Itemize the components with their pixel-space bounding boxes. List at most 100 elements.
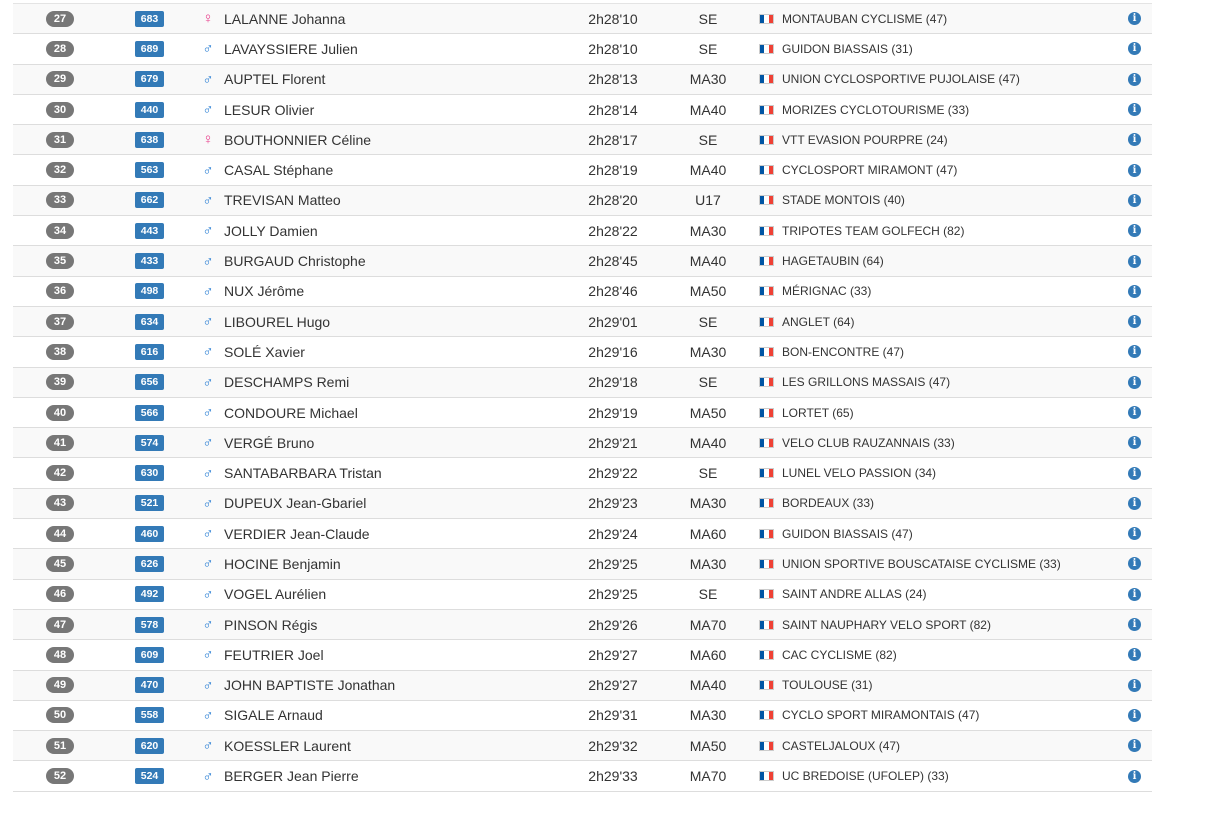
info-cell[interactable]: i (1128, 4, 1141, 33)
info-cell[interactable]: i (1128, 489, 1141, 518)
table-row[interactable]: 28 689 ♂ LAVAYSSIERE Julien 2h28'10 SE G… (13, 34, 1152, 65)
rider-name[interactable]: JOHN BAPTISTE Jonathan (224, 671, 395, 700)
table-row[interactable]: 51 620 ♂ KOESSLER Laurent 2h29'32 MA50 C… (13, 731, 1152, 762)
table-row[interactable]: 30 440 ♂ LESUR Olivier 2h28'14 MA40 MORI… (13, 94, 1152, 126)
table-row[interactable]: 33 662 ♂ TREVISAN Matteo 2h28'20 U17 STA… (13, 185, 1152, 217)
info-icon[interactable]: i (1128, 557, 1141, 571)
info-cell[interactable]: i (1128, 337, 1141, 366)
info-icon[interactable]: i (1128, 739, 1141, 753)
table-row[interactable]: 41 574 ♂ VERGÉ Bruno 2h29'21 MA40 VELO C… (13, 428, 1152, 459)
info-cell[interactable]: i (1128, 671, 1141, 700)
info-icon[interactable]: i (1128, 678, 1141, 692)
info-icon[interactable]: i (1128, 618, 1141, 632)
info-icon[interactable]: i (1128, 224, 1141, 238)
info-cell[interactable]: i (1128, 65, 1141, 94)
info-cell[interactable]: i (1128, 519, 1141, 548)
info-cell[interactable]: i (1128, 216, 1141, 245)
table-row[interactable]: 42 630 ♂ SANTABARBARA Tristan 2h29'22 SE… (13, 458, 1152, 489)
info-icon[interactable]: i (1128, 587, 1141, 601)
rider-name[interactable]: BURGAUD Christophe (224, 246, 366, 275)
info-cell[interactable]: i (1128, 458, 1141, 487)
rider-name[interactable]: SANTABARBARA Tristan (224, 458, 382, 487)
info-cell[interactable]: i (1128, 34, 1141, 63)
table-row[interactable]: 40 566 ♂ CONDOURE Michael 2h29'19 MA50 L… (13, 397, 1152, 429)
info-cell[interactable]: i (1128, 731, 1141, 760)
table-row[interactable]: 36 498 ♂ NUX Jérôme 2h28'46 MA50 MÉRIGNA… (13, 276, 1152, 307)
rider-name[interactable]: HOCINE Benjamin (224, 549, 341, 578)
rider-name[interactable]: TREVISAN Matteo (224, 186, 341, 215)
info-icon[interactable]: i (1128, 527, 1141, 541)
rider-name[interactable]: NUX Jérôme (224, 277, 304, 306)
table-row[interactable]: 48 609 ♂ FEUTRIER Joel 2h29'27 MA60 CAC … (13, 640, 1152, 671)
table-row[interactable]: 44 460 ♂ VERDIER Jean-Claude 2h29'24 MA6… (13, 519, 1152, 550)
info-cell[interactable]: i (1128, 307, 1141, 336)
table-row[interactable]: 29 679 ♂ AUPTEL Florent 2h28'13 MA30 UNI… (13, 64, 1152, 95)
rider-name[interactable]: SIGALE Arnaud (224, 701, 323, 730)
table-row[interactable]: 38 616 ♂ SOLÉ Xavier 2h29'16 MA30 BON-EN… (13, 337, 1152, 368)
info-icon[interactable]: i (1128, 12, 1141, 26)
table-row[interactable]: 32 563 ♂ CASAL Stéphane 2h28'19 MA40 CYC… (13, 155, 1152, 186)
rider-name[interactable]: BERGER Jean Pierre (224, 761, 359, 790)
info-icon[interactable]: i (1128, 254, 1141, 268)
rider-name[interactable]: CONDOURE Michael (224, 398, 358, 427)
info-icon[interactable]: i (1128, 466, 1141, 480)
rider-name[interactable]: FEUTRIER Joel (224, 640, 324, 669)
info-icon[interactable]: i (1128, 163, 1141, 177)
info-icon[interactable]: i (1128, 406, 1141, 419)
info-icon[interactable]: i (1128, 769, 1141, 783)
table-row[interactable]: 45 626 ♂ HOCINE Benjamin 2h29'25 MA30 UN… (13, 549, 1152, 580)
table-row[interactable]: 27 683 ♀ LALANNE Johanna 2h28'10 SE MONT… (13, 4, 1152, 35)
info-cell[interactable]: i (1128, 549, 1141, 578)
info-icon[interactable]: i (1128, 345, 1141, 359)
table-row[interactable]: 39 656 ♂ DESCHAMPS Remi 2h29'18 SE LES G… (13, 367, 1152, 398)
table-row[interactable]: 43 521 ♂ DUPEUX Jean-Gbariel 2h29'23 MA3… (13, 488, 1152, 520)
info-icon[interactable]: i (1128, 436, 1141, 450)
table-row[interactable]: 52 524 ♂ BERGER Jean Pierre 2h29'33 MA70… (13, 761, 1152, 792)
rider-name[interactable]: BOUTHONNIER Céline (224, 125, 371, 154)
rider-name[interactable]: LALANNE Johanna (224, 4, 345, 33)
table-row[interactable]: 47 578 ♂ PINSON Régis 2h29'26 MA70 SAINT… (13, 609, 1152, 641)
info-cell[interactable]: i (1128, 246, 1141, 275)
info-icon[interactable]: i (1128, 103, 1141, 117)
rider-name[interactable]: VERDIER Jean-Claude (224, 519, 370, 548)
info-cell[interactable]: i (1128, 95, 1141, 124)
info-icon[interactable]: i (1128, 72, 1141, 86)
rider-name[interactable]: JOLLY Damien (224, 216, 318, 245)
rider-name[interactable]: SOLÉ Xavier (224, 337, 305, 366)
info-cell[interactable]: i (1128, 428, 1141, 457)
table-row[interactable]: 49 470 ♂ JOHN BAPTISTE Jonathan 2h29'27 … (13, 670, 1152, 701)
rider-name[interactable]: LESUR Olivier (224, 95, 314, 124)
info-icon[interactable]: i (1128, 708, 1141, 722)
rider-name[interactable]: VOGEL Aurélien (224, 580, 326, 609)
info-cell[interactable]: i (1128, 368, 1141, 397)
rider-name[interactable]: PINSON Régis (224, 610, 317, 639)
table-row[interactable]: 34 443 ♂ JOLLY Damien 2h28'22 MA30 TRIPO… (13, 216, 1152, 247)
info-icon[interactable]: i (1128, 284, 1141, 298)
info-cell[interactable]: i (1128, 186, 1141, 215)
table-row[interactable]: 37 634 ♂ LIBOUREL Hugo 2h29'01 SE ANGLET… (13, 306, 1152, 338)
info-cell[interactable]: i (1128, 398, 1141, 427)
info-icon[interactable]: i (1128, 133, 1141, 147)
rider-name[interactable]: CASAL Stéphane (224, 155, 333, 184)
table-row[interactable]: 31 638 ♀ BOUTHONNIER Céline 2h28'17 SE V… (13, 125, 1152, 156)
rider-name[interactable]: KOESSLER Laurent (224, 731, 351, 760)
info-cell[interactable]: i (1128, 277, 1141, 306)
rider-name[interactable]: LIBOUREL Hugo (224, 307, 330, 336)
rider-name[interactable]: VERGÉ Bruno (224, 428, 314, 457)
rider-name[interactable]: LAVAYSSIERE Julien (224, 34, 358, 63)
rider-name[interactable]: DUPEUX Jean-Gbariel (224, 489, 366, 518)
info-icon[interactable]: i (1128, 315, 1141, 329)
info-icon[interactable]: i (1128, 193, 1141, 207)
info-icon[interactable]: i (1128, 648, 1141, 662)
info-cell[interactable]: i (1128, 701, 1141, 730)
table-row[interactable]: 46 492 ♂ VOGEL Aurélien 2h29'25 SE SAINT… (13, 579, 1152, 610)
info-cell[interactable]: i (1128, 155, 1141, 184)
info-cell[interactable]: i (1128, 580, 1141, 609)
info-cell[interactable]: i (1128, 610, 1141, 639)
info-cell[interactable]: i (1128, 761, 1141, 790)
info-icon[interactable]: i (1128, 496, 1141, 510)
table-row[interactable]: 50 558 ♂ SIGALE Arnaud 2h29'31 MA30 CYCL… (13, 700, 1152, 732)
rider-name[interactable]: AUPTEL Florent (224, 65, 325, 94)
rider-name[interactable]: DESCHAMPS Remi (224, 368, 349, 397)
info-cell[interactable]: i (1128, 125, 1141, 154)
